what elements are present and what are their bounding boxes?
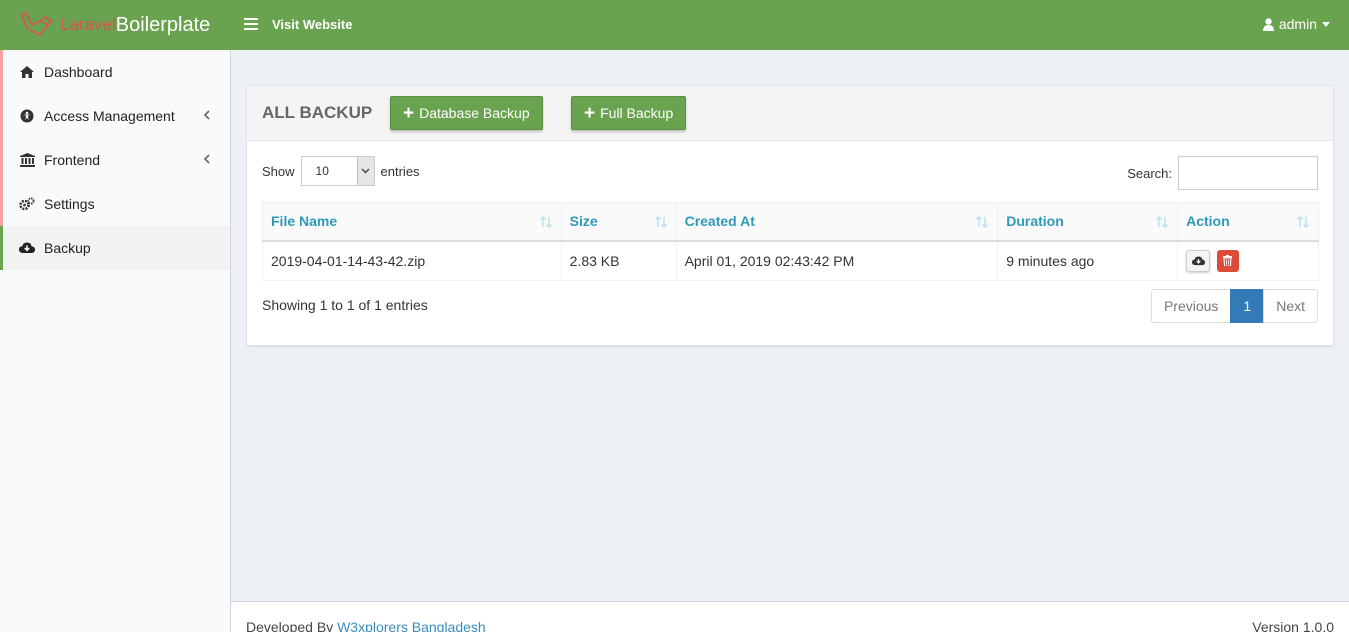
sidebar-toggle-icon[interactable]: [244, 18, 258, 32]
pagination-page-1[interactable]: 1: [1230, 289, 1265, 323]
user-name: admin: [1278, 16, 1317, 32]
plus-icon: +: [403, 102, 415, 124]
sidebar-item-settings[interactable]: Settings: [0, 182, 230, 226]
sort-icon: [976, 215, 989, 229]
institution-icon: [19, 152, 35, 168]
sort-icon: [1156, 215, 1169, 229]
cogs-icon: [19, 196, 35, 212]
column-header-action[interactable]: Action: [1177, 202, 1319, 242]
trash-icon: [1223, 254, 1233, 267]
home-icon: [19, 64, 35, 80]
page-length-select[interactable]: 10: [300, 156, 375, 186]
cell-created-at: April 01, 2019 02:43:42 PM: [675, 240, 999, 281]
sidebar-item-label: Dashboard: [44, 64, 113, 80]
universal-access-icon: [19, 108, 35, 124]
backup-table: File Name Size Created At Duration Actio…: [262, 202, 1319, 281]
sort-icon: [539, 215, 552, 229]
sort-icon: [654, 215, 667, 229]
show-label: Show: [262, 163, 295, 179]
column-header-created-at[interactable]: Created At: [675, 202, 999, 242]
sidebar-item-dashboard[interactable]: Dashboard: [0, 50, 230, 94]
sidebar-item-label: Frontend: [44, 152, 101, 168]
search-input[interactable]: [1178, 156, 1318, 190]
full-backup-button[interactable]: + Full Backup: [571, 96, 687, 130]
plus-icon: +: [584, 102, 596, 124]
search-label: Search:: [1127, 165, 1172, 181]
entries-label: entries: [380, 163, 420, 179]
table-row: 2019-04-01-14-43-42.zip 2.83 KB April 01…: [262, 240, 1319, 281]
cell-file-name: 2019-04-01-14-43-42.zip: [262, 240, 562, 281]
user-menu[interactable]: admin: [1262, 16, 1330, 32]
sidebar-item-label: Access Management: [44, 108, 175, 124]
box-header: ALL BACKUP + Database Backup + Full Back…: [247, 86, 1333, 141]
entries-length-control: Show 10 entries: [262, 156, 420, 186]
search-control: Search:: [1127, 156, 1318, 190]
chevron-down-icon: [356, 157, 374, 185]
cloud-download-icon: [19, 240, 35, 256]
database-backup-label: Database Backup: [419, 105, 530, 121]
page-length-value: 10: [315, 164, 329, 178]
brand-logo[interactable]: Laravel Boilerplate: [18, 11, 211, 38]
footer: Developed By W3xplorers Bangladesh Versi…: [231, 601, 1349, 632]
pagination-next[interactable]: Next: [1263, 289, 1318, 323]
caret-down-icon: [1322, 21, 1330, 27]
table-info: Showing 1 to 1 of 1 entries: [262, 297, 428, 313]
brand-laravel-text: Laravel: [60, 15, 116, 34]
column-header-file-name[interactable]: File Name: [262, 202, 562, 242]
delete-backup-button[interactable]: [1216, 249, 1239, 272]
cell-duration: 9 minutes ago: [997, 240, 1179, 281]
user-icon: [1262, 17, 1274, 31]
pagination-previous[interactable]: Previous: [1150, 289, 1232, 323]
sidebar-item-backup[interactable]: Backup: [0, 226, 230, 270]
chevron-left-icon: [203, 110, 210, 120]
sidebar-item-label: Backup: [44, 240, 91, 256]
sort-icon: [1296, 215, 1310, 229]
cell-size: 2.83 KB: [560, 240, 677, 281]
cell-action: [1177, 240, 1319, 281]
sidebar-item-frontend[interactable]: Frontend: [0, 138, 230, 182]
column-header-duration[interactable]: Duration: [997, 202, 1179, 242]
page-title: ALL BACKUP: [262, 103, 373, 122]
sidebar-item-label: Settings: [44, 196, 95, 212]
sidebar-item-access-management[interactable]: Access Management: [0, 94, 230, 138]
company-link[interactable]: W3xplorers Bangladesh: [337, 619, 486, 632]
column-header-size[interactable]: Size: [560, 202, 677, 242]
laravel-logo-icon: [20, 11, 54, 37]
top-navbar: Laravel Boilerplate Visit Website admin: [0, 0, 1349, 50]
footer-credits: Developed By W3xplorers Bangladesh: [246, 619, 486, 632]
database-backup-button[interactable]: + Database Backup: [390, 96, 543, 130]
full-backup-label: Full Backup: [600, 105, 674, 121]
chevron-left-icon: [203, 154, 210, 164]
brand-boilerplate-text: Boilerplate: [115, 13, 211, 36]
cloud-download-icon: [1191, 256, 1205, 265]
developed-by-label: Developed By: [246, 619, 334, 632]
sidebar: Dashboard Access Management Frontend Set…: [0, 50, 231, 632]
backup-box: ALL BACKUP + Database Backup + Full Back…: [246, 85, 1334, 346]
pagination: Previous 1 Next: [1150, 289, 1318, 323]
download-backup-button[interactable]: [1186, 249, 1211, 272]
visit-website-link[interactable]: Visit Website: [272, 17, 352, 32]
version-label: Version 1.0.0: [1252, 619, 1334, 632]
